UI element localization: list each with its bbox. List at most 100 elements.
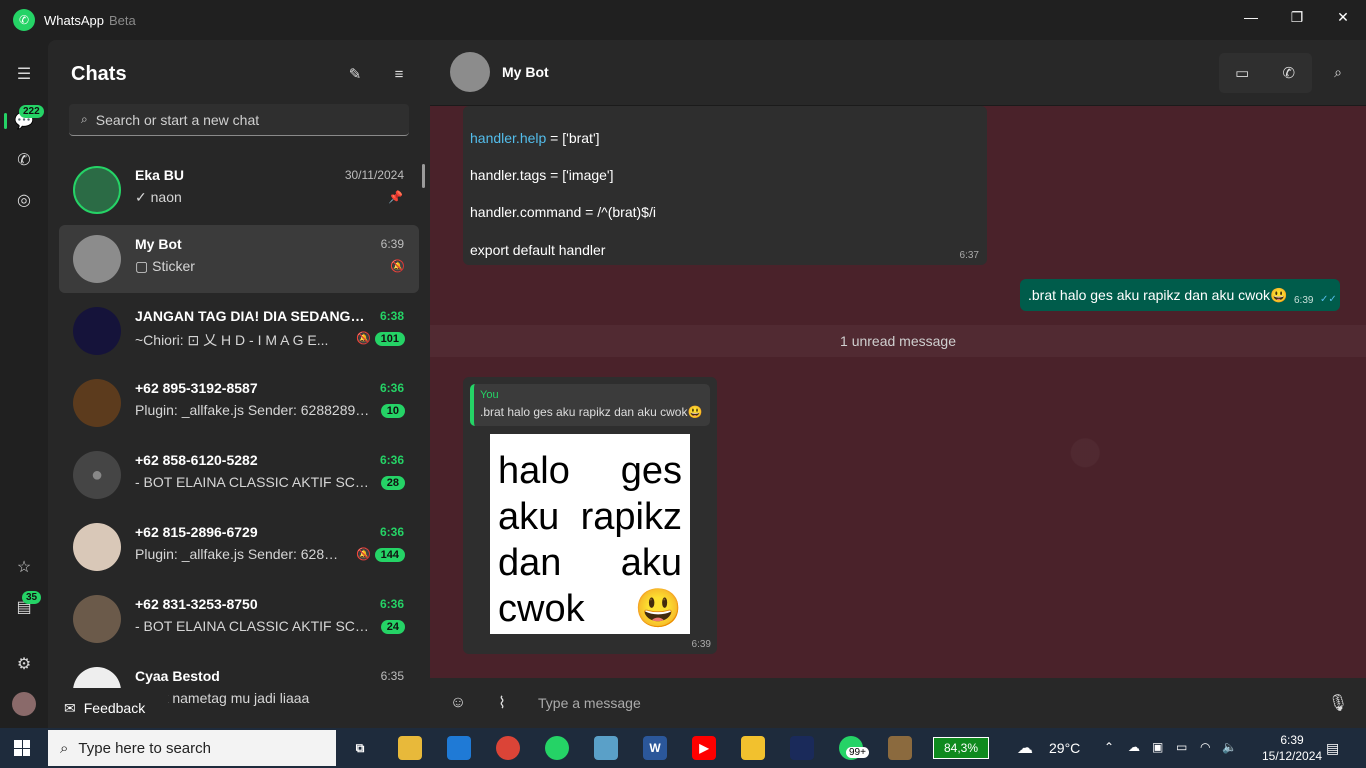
chat-name: +62 831-3253-8750 [135, 596, 258, 612]
chat-name: My Bot [135, 236, 182, 252]
new-chat-icon[interactable]: ✎ [345, 64, 365, 84]
settings-icon[interactable]: ⚙ [12, 652, 36, 676]
weather-temp[interactable]: 29°C [1049, 740, 1080, 756]
search-icon[interactable]: ⌕ [1328, 62, 1348, 82]
outgoing-message: .brat halo ges aku rapikz dan aku cwok😃 … [1020, 279, 1340, 311]
close-button[interactable]: ✕ [1320, 0, 1366, 34]
quote-text: .brat halo ges aku rapikz dan aku cwok😃 [480, 405, 703, 419]
read-ticks-icon: ✓✓ [1320, 294, 1337, 305]
tray-battery-icon[interactable]: ▭ [1176, 740, 1187, 754]
chat-time: 6:36 [379, 525, 404, 539]
windows-start-icon[interactable] [14, 740, 30, 756]
sticker-row: halo ges [498, 448, 682, 494]
youtube-icon[interactable]: ▶ [692, 736, 716, 760]
weather-icon: ☁ [1017, 740, 1033, 757]
outgoing-text: .brat halo ges aku rapikz dan aku cwok😃 [1028, 287, 1288, 303]
app-icon[interactable] [888, 736, 912, 760]
sticker-row: dan aku [498, 540, 682, 586]
chat-preview: Plugin: _allfake.js Sender: 628828966... [135, 402, 375, 418]
contact-avatar[interactable] [450, 52, 490, 92]
clock-date: 15/12/2024 [1262, 749, 1323, 763]
avatar [73, 379, 121, 427]
muted-icon: 🔕 [356, 331, 371, 345]
whatsapp-icon[interactable] [545, 736, 569, 760]
chat-time: 6:36 [379, 453, 404, 467]
chat-item[interactable]: +62 815-2896-6729 6:36 Plugin: _allfake.… [59, 513, 419, 581]
code-line: export default handler [470, 242, 606, 258]
chat-preview: ▢ Sticker [135, 258, 375, 275]
notifications-icon[interactable]: ▤ [1326, 740, 1339, 757]
sticker-word: aku [620, 542, 682, 584]
unread-badge: 10 [380, 404, 405, 418]
sticker-word: 😃 [634, 588, 682, 630]
chat-item[interactable]: My Bot 6:39 ▢ Sticker 🔕 [59, 225, 419, 293]
incoming-code-message: handler.help = ['brat'] handler.tags = [… [463, 106, 987, 265]
contact-name[interactable]: My Bot [502, 64, 549, 80]
chrome-icon[interactable] [496, 736, 520, 760]
filter-icon[interactable]: ≡ [389, 64, 409, 84]
quote-author: You [480, 389, 499, 401]
sticker-row: aku rapikz [498, 494, 682, 540]
chat-item[interactable]: ● +62 858-6120-5282 6:36 - BOT ELAINA CL… [59, 441, 419, 509]
chat-name: Cyaa Bestod [135, 668, 220, 684]
taskbar-badge: 99+ [846, 747, 869, 758]
emoji-icon[interactable]: ☺ [448, 693, 468, 713]
chat-preview: - BOT ELAINA CLASSIC AKTIF SCRIPT... [135, 474, 375, 490]
message-time: 6:39 [1294, 295, 1314, 306]
chat-preview: ~Chiori: ⊡ 乂 H D - I M A G E... [135, 332, 329, 348]
minimize-button[interactable]: — [1228, 0, 1274, 34]
code-link[interactable]: handler.help [470, 130, 546, 146]
app-title: WhatsApp [44, 12, 104, 28]
chat-search[interactable]: ⌕ [69, 104, 409, 136]
microphone-icon[interactable]: 🎙 [1328, 693, 1348, 713]
search-input[interactable] [95, 111, 386, 128]
battery-indicator[interactable]: 84,3% [933, 737, 989, 759]
chat-time: 6:38 [379, 309, 404, 323]
sticker-word: ges [620, 450, 682, 492]
starred-icon[interactable]: ☆ [12, 555, 36, 579]
app-icon[interactable] [741, 736, 765, 760]
menu-icon[interactable]: ☰ [12, 62, 36, 86]
volume-icon[interactable]: 🔈 [1222, 740, 1237, 754]
chat-time: 30/11/2024 [344, 168, 404, 182]
sticker-image[interactable]: halo ges aku rapikz dan aku cwok 😃 [490, 434, 690, 634]
conversation-panel: My Bot ▭ ✆ ⌕ handler.help = ['brat'] han… [430, 40, 1366, 728]
wifi-icon[interactable]: ◠ [1200, 740, 1210, 754]
notes-app-icon[interactable] [594, 736, 618, 760]
word-icon[interactable]: W [643, 736, 667, 760]
voice-call-icon[interactable]: ✆ [1266, 53, 1313, 93]
muted-icon: 🔕 [390, 259, 405, 273]
taskbar-search[interactable]: ⌕ Type here to search [48, 730, 336, 766]
attach-icon[interactable]: ⌇ [492, 693, 512, 713]
chat-item[interactable]: Eka BU 30/11/2024 ✓ naon 📌 [59, 156, 419, 224]
search-icon: ⌕ [60, 739, 69, 757]
code-text: = ['brat'] [546, 130, 600, 146]
chat-preview: - BOT ELAINA CLASSIC AKTIF SCRIPT... [135, 618, 375, 634]
chat-item[interactable]: +62 831-3253-8750 6:36 - BOT ELAINA CLAS… [59, 585, 419, 653]
chat-item[interactable]: JANGAN TAG DIA! DIA SEDANG A... 6:38 ~Ch… [59, 297, 419, 365]
quoted-message[interactable]: You .brat halo ges aku rapikz dan aku cw… [470, 384, 710, 426]
avatar [73, 235, 121, 283]
edge-icon[interactable] [447, 736, 471, 760]
profile-avatar[interactable] [12, 692, 36, 716]
tray-icon[interactable]: ▣ [1152, 740, 1163, 754]
file-explorer-icon[interactable] [398, 736, 422, 760]
message-time: 6:37 [959, 250, 979, 261]
avatar [73, 595, 121, 643]
tray-chevron-icon[interactable]: ⌃ [1104, 740, 1114, 754]
tray-icon[interactable]: ☁ [1128, 740, 1140, 754]
incoming-sticker-message: You .brat halo ges aku rapikz dan aku cw… [463, 377, 717, 654]
calls-icon[interactable]: ✆ [12, 148, 36, 172]
scrollbar-thumb[interactable] [422, 164, 425, 188]
message-input[interactable] [538, 692, 1298, 714]
task-view-icon[interactable]: ⧉ [348, 736, 372, 760]
app-icon[interactable] [790, 736, 814, 760]
chat-preview: ✓ naon [135, 189, 182, 205]
chat-item[interactable]: +62 895-3192-8587 6:36 Plugin: _allfake.… [59, 369, 419, 437]
maximize-button[interactable]: ❐ [1274, 0, 1320, 34]
taskbar-search-placeholder: Type here to search [78, 739, 211, 757]
feedback-button[interactable]: ✉ Feedback [48, 688, 168, 728]
video-call-icon[interactable]: ▭ [1219, 53, 1266, 93]
status-icon[interactable]: ◎ [12, 188, 36, 212]
taskbar-clock[interactable]: 6:39 15/12/2024 [1262, 732, 1322, 764]
